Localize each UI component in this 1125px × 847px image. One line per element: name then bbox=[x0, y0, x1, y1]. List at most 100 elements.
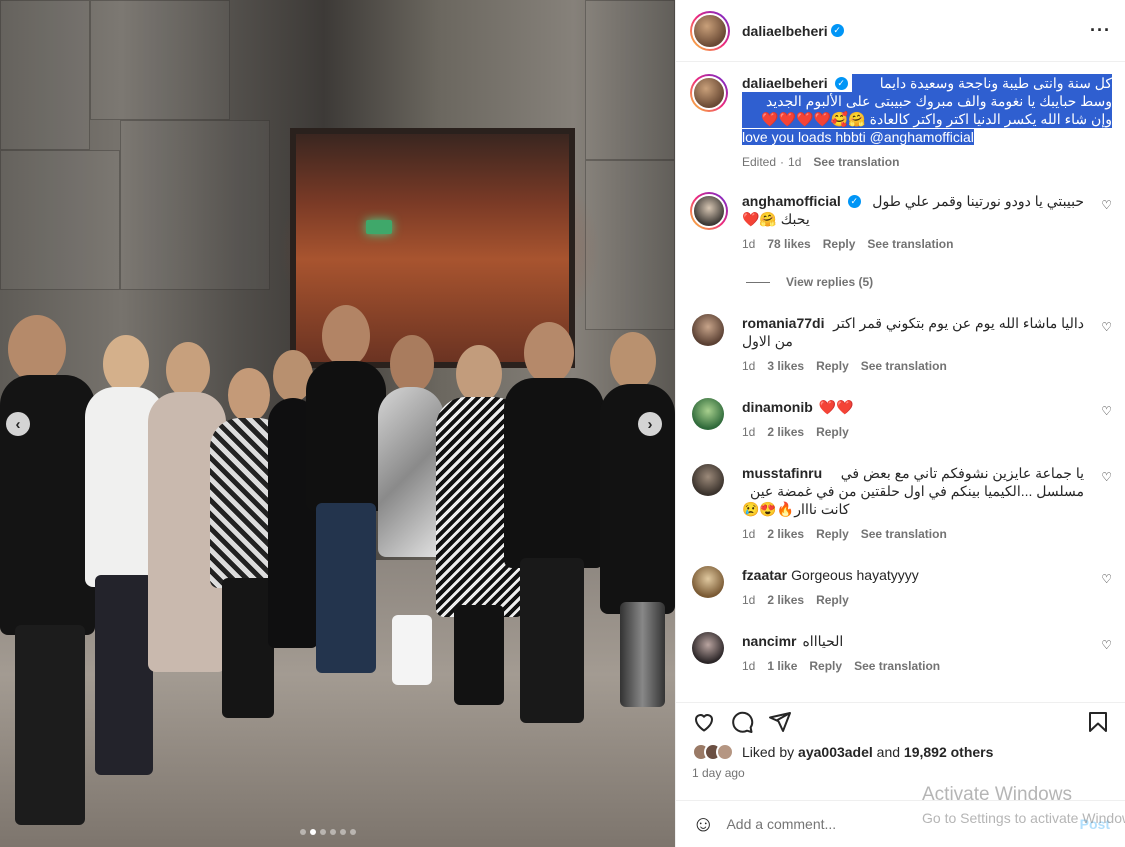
caption-text: كل سنة وانتى طيبة وناجحة وسعيدة دايما bbox=[851, 74, 1112, 92]
likes-count[interactable]: 1 like bbox=[767, 657, 797, 675]
wall-panel bbox=[585, 160, 675, 330]
bookmark-icon[interactable] bbox=[1086, 710, 1110, 734]
caption-text: وسط حبايبك يا نغومة والف مبروك حبيبتى عل… bbox=[742, 92, 1112, 110]
like-icon[interactable] bbox=[692, 710, 716, 734]
like-comment-icon[interactable]: ♡ bbox=[1101, 404, 1112, 418]
timestamp[interactable]: 1d bbox=[788, 153, 801, 171]
comment-username[interactable]: dinamonib bbox=[742, 398, 813, 416]
caption: daliaelbeheri ✓ كل سنة وانتى طيبة وناجحة… bbox=[690, 74, 1112, 171]
reply-button[interactable]: Reply bbox=[809, 657, 842, 675]
avatar[interactable] bbox=[690, 74, 728, 112]
next-image-button[interactable]: › bbox=[638, 412, 662, 436]
post-timestamp[interactable]: 1 day ago bbox=[692, 766, 1110, 780]
carousel-indicator bbox=[300, 829, 356, 835]
see-translation-link[interactable]: See translation bbox=[854, 657, 940, 675]
avatar[interactable] bbox=[692, 464, 724, 496]
likes-count[interactable]: 3 likes bbox=[767, 357, 804, 375]
divider bbox=[746, 281, 770, 283]
likes-count[interactable]: 2 likes bbox=[767, 525, 804, 543]
carousel-dot bbox=[300, 829, 306, 835]
more-icon[interactable]: ··· bbox=[1090, 20, 1111, 41]
avatar bbox=[716, 743, 734, 761]
carousel-dot-active bbox=[310, 829, 316, 835]
liked-by-label: Liked by bbox=[742, 744, 795, 760]
view-replies-button[interactable]: View replies (5) bbox=[746, 275, 873, 289]
person bbox=[306, 305, 386, 685]
edited-label: Edited bbox=[742, 155, 777, 169]
post-author-username[interactable]: daliaelbeheri bbox=[742, 23, 828, 39]
likes-count[interactable]: 78 likes bbox=[767, 235, 810, 253]
comment-text: كانت نااار🔥😍😢 bbox=[742, 501, 850, 517]
post-image[interactable]: ‹ › bbox=[0, 0, 675, 847]
likes-count[interactable]: 2 likes bbox=[767, 591, 804, 609]
timestamp[interactable]: 1d bbox=[742, 235, 755, 253]
reply-button[interactable]: Reply bbox=[816, 423, 849, 441]
likes-count[interactable]: 2 likes bbox=[767, 423, 804, 441]
previous-image-button[interactable]: ‹ bbox=[6, 412, 30, 436]
wall-panel bbox=[585, 0, 675, 160]
share-icon[interactable] bbox=[768, 710, 792, 734]
liked-by-user[interactable]: aya003adel bbox=[798, 744, 873, 760]
person bbox=[504, 322, 604, 732]
comment: nancimr الحياااه 1d 1 like Reply See tra… bbox=[690, 632, 1112, 675]
comment-username[interactable]: anghamofficial bbox=[742, 192, 841, 210]
comment: anghamofficial ✓ حبيبتي يا دودو نورتينا … bbox=[690, 192, 1112, 253]
wall-panel bbox=[0, 0, 90, 150]
verified-badge-icon: ✓ bbox=[847, 194, 861, 208]
likes-summary: Liked by aya003adel and 19,892 others bbox=[692, 743, 1110, 761]
comment-text: يحبك 🤗❤️ bbox=[742, 211, 810, 227]
avatar[interactable] bbox=[690, 10, 730, 51]
timestamp[interactable]: 1d bbox=[742, 591, 755, 609]
avatar[interactable] bbox=[692, 314, 724, 346]
person bbox=[378, 335, 444, 685]
like-comment-icon[interactable]: ♡ bbox=[1101, 638, 1112, 652]
carousel-dot bbox=[330, 829, 336, 835]
see-translation-link[interactable]: See translation bbox=[867, 235, 953, 253]
reply-button[interactable]: Reply bbox=[823, 235, 856, 253]
see-translation-link[interactable]: See translation bbox=[813, 153, 899, 171]
comment-text: داليا ماشاء الله يوم عن يوم بتكوني قمر ا… bbox=[833, 315, 1084, 331]
see-translation-link[interactable]: See translation bbox=[861, 525, 947, 543]
comment: musstafinru يا جماعة عايزين نشوفكم تاني … bbox=[690, 464, 1112, 543]
reply-button[interactable]: Reply bbox=[816, 525, 849, 543]
post-panel: daliaelbeheri ✓ ··· daliaelbeheri ✓ كل س… bbox=[675, 0, 1125, 847]
caption-text: love you loads hbbti @anghamofficial bbox=[742, 129, 974, 145]
reply-button[interactable]: Reply bbox=[816, 357, 849, 375]
comment-username[interactable]: fzaatar bbox=[742, 566, 787, 584]
caption-text: وإن شاء الله يكسر الدنيا اكتر واكتر كالع… bbox=[742, 110, 1112, 128]
see-translation-link[interactable]: See translation bbox=[861, 357, 947, 375]
timestamp[interactable]: 1d bbox=[742, 525, 755, 543]
avatar[interactable] bbox=[692, 398, 724, 430]
like-comment-icon[interactable]: ♡ bbox=[1101, 470, 1112, 484]
comment-icon[interactable] bbox=[730, 710, 754, 734]
comment-input[interactable] bbox=[726, 816, 1057, 832]
timestamp[interactable]: 1d bbox=[742, 423, 755, 441]
wall-panel bbox=[90, 0, 230, 120]
carousel-dot bbox=[340, 829, 346, 835]
like-comment-icon[interactable]: ♡ bbox=[1101, 198, 1112, 212]
post-header: daliaelbeheri ✓ ··· bbox=[676, 0, 1125, 62]
view-replies-label[interactable]: View replies (5) bbox=[786, 275, 873, 289]
comment-text: يا جماعة عايزين نشوفكم تاني مع بعض في bbox=[840, 465, 1084, 481]
timestamp[interactable]: 1d bbox=[742, 357, 755, 375]
like-comment-icon[interactable]: ♡ bbox=[1101, 320, 1112, 334]
reply-button[interactable]: Reply bbox=[816, 591, 849, 609]
wall-panel bbox=[0, 150, 120, 290]
likes-others-link[interactable]: 19,892 others bbox=[904, 744, 994, 760]
avatar[interactable] bbox=[690, 192, 728, 230]
comment-username[interactable]: nancimr bbox=[742, 632, 796, 650]
comment: dinamonib ❤️❤️ 1d 2 likes Reply ♡ bbox=[690, 398, 1112, 441]
emoji-icon[interactable]: ☺ bbox=[692, 811, 714, 837]
like-comment-icon[interactable]: ♡ bbox=[1101, 572, 1112, 586]
timestamp[interactable]: 1d bbox=[742, 657, 755, 675]
caption-username[interactable]: daliaelbeheri bbox=[742, 74, 828, 92]
comment: fzaatar Gorgeous hayatyyyy 1d 2 likes Re… bbox=[690, 566, 1112, 609]
comment-username[interactable]: musstafinru bbox=[742, 464, 822, 482]
comment-username[interactable]: romania77di bbox=[742, 314, 824, 332]
comment-text: مسلسل ...الكيميا بينكم في اول حلقتين من … bbox=[750, 483, 1084, 499]
comment-form: ☺ Post bbox=[676, 800, 1125, 847]
comment-text: ❤️❤️ bbox=[818, 399, 854, 415]
avatar[interactable] bbox=[692, 566, 724, 598]
post-comment-button[interactable]: Post bbox=[1080, 816, 1110, 832]
avatar[interactable] bbox=[692, 632, 724, 664]
